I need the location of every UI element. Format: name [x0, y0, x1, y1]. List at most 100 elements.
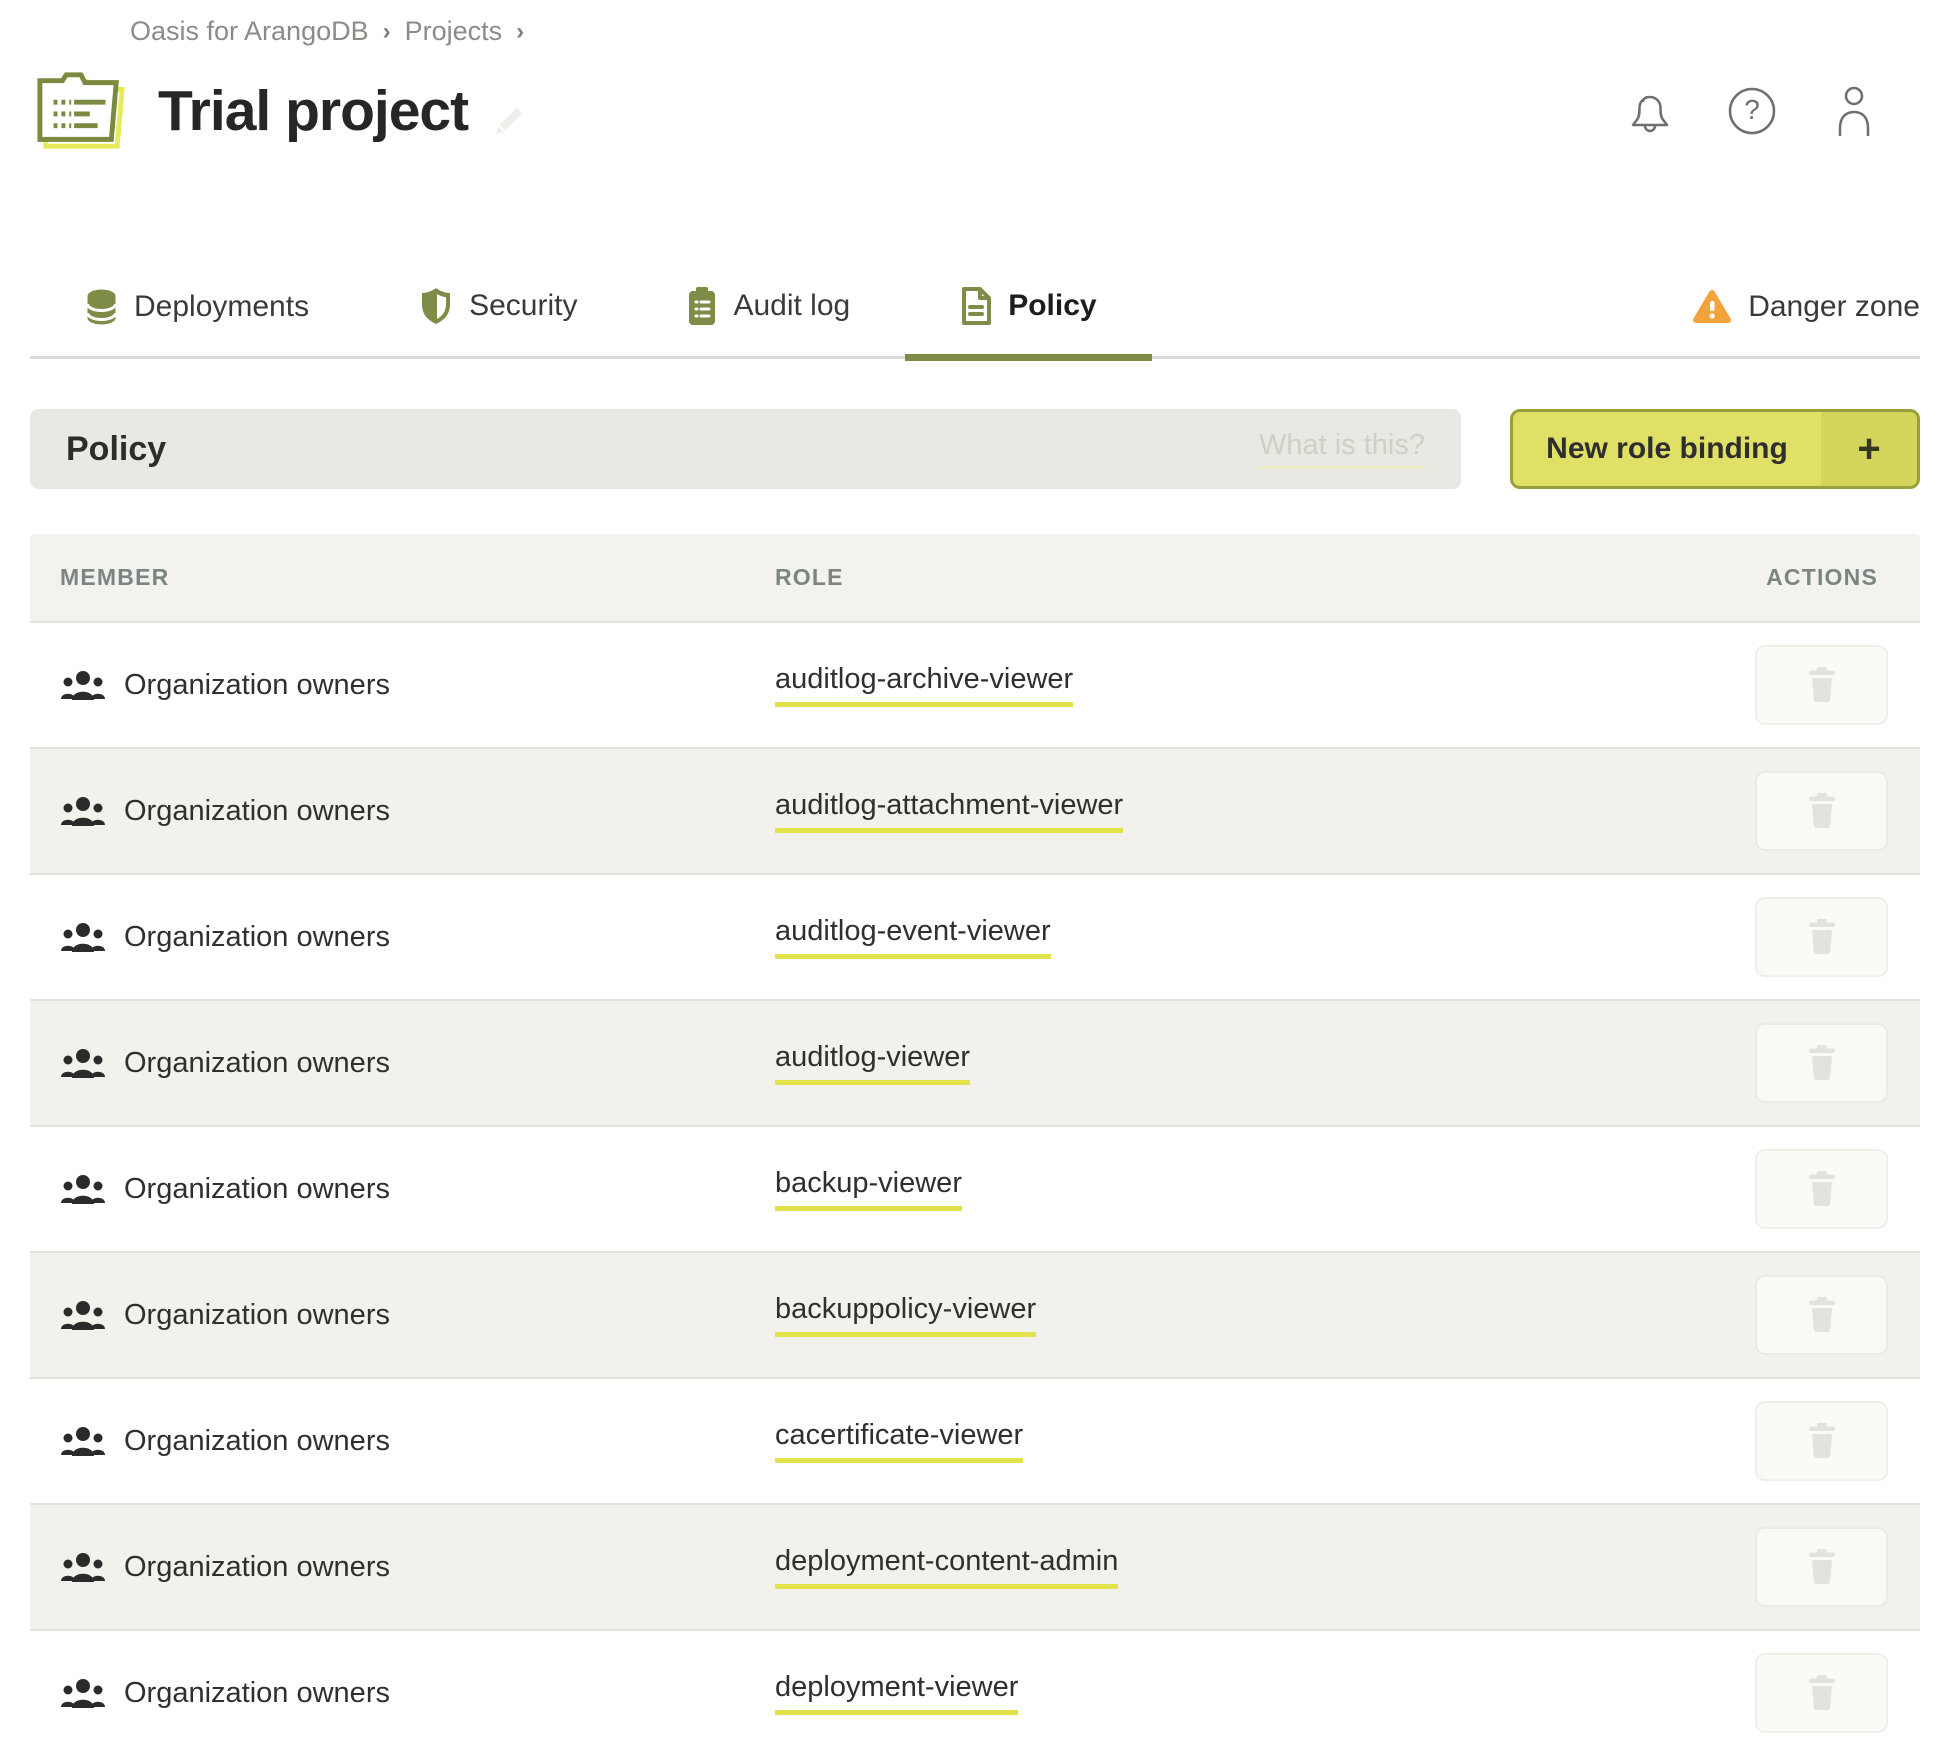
- pencil-icon[interactable]: [488, 102, 528, 142]
- shield-icon: [419, 286, 453, 326]
- actions-cell: [1720, 897, 1920, 977]
- table-row: Organization owners auditlog-archive-vie…: [30, 621, 1920, 747]
- table-row: Organization owners backup-viewer: [30, 1125, 1920, 1251]
- group-icon: [60, 1299, 106, 1331]
- actions-cell: [1720, 1653, 1920, 1733]
- tab-security[interactable]: Security: [364, 286, 632, 356]
- breadcrumb-item-projects[interactable]: Projects: [405, 16, 503, 47]
- role-cell: cacertificate-viewer: [775, 1419, 1720, 1463]
- document-icon: [960, 286, 992, 326]
- actions-cell: [1720, 1275, 1920, 1355]
- delete-role-binding-button[interactable]: [1755, 1149, 1888, 1229]
- member-cell: Organization owners: [30, 795, 775, 828]
- role-cell: auditlog-event-viewer: [775, 915, 1720, 959]
- role-link[interactable]: auditlog-event-viewer: [775, 915, 1051, 959]
- member-name: Organization owners: [124, 1047, 390, 1080]
- actions-cell: [1720, 1023, 1920, 1103]
- trash-icon: [1807, 667, 1837, 703]
- column-header-member: MEMBER: [30, 564, 775, 591]
- delete-role-binding-button[interactable]: [1755, 1527, 1888, 1607]
- tab-label: Audit log: [733, 289, 850, 323]
- policy-table-header: MEMBER ROLE ACTIONS: [30, 534, 1920, 621]
- actions-cell: [1720, 771, 1920, 851]
- policy-heading: Policy: [66, 430, 166, 469]
- role-link[interactable]: backuppolicy-viewer: [775, 1293, 1036, 1337]
- role-link[interactable]: auditlog-attachment-viewer: [775, 789, 1123, 833]
- tab-deployments[interactable]: Deployments: [30, 288, 364, 356]
- role-link[interactable]: deployment-content-admin: [775, 1545, 1118, 1589]
- delete-role-binding-button[interactable]: [1755, 1653, 1888, 1733]
- policy-toolbar: Policy What is this? New role binding +: [30, 409, 1920, 489]
- tab-label: Security: [469, 289, 577, 323]
- person-icon[interactable]: [1828, 85, 1880, 137]
- table-row: Organization owners auditlog-attachment-…: [30, 747, 1920, 873]
- trash-icon: [1807, 1549, 1837, 1585]
- breadcrumb-separator: ›: [516, 18, 524, 46]
- folder-icon: [30, 65, 132, 157]
- role-link[interactable]: deployment-viewer: [775, 1671, 1018, 1715]
- svg-text:?: ?: [1744, 94, 1760, 125]
- new-role-binding-button[interactable]: New role binding +: [1510, 409, 1920, 489]
- member-name: Organization owners: [124, 1173, 390, 1206]
- trash-icon: [1807, 1045, 1837, 1081]
- page: Oasis for ArangoDB › Projects › Trial pr…: [0, 0, 1950, 1750]
- group-icon: [60, 795, 106, 827]
- member-cell: Organization owners: [30, 1677, 775, 1710]
- delete-role-binding-button[interactable]: [1755, 1275, 1888, 1355]
- breadcrumb-item-oasis[interactable]: Oasis for ArangoDB: [130, 16, 369, 47]
- breadcrumb: Oasis for ArangoDB › Projects ›: [0, 0, 1950, 47]
- role-link[interactable]: auditlog-archive-viewer: [775, 663, 1073, 707]
- role-link[interactable]: backup-viewer: [775, 1167, 962, 1211]
- member-cell: Organization owners: [30, 1551, 775, 1584]
- actions-cell: [1720, 1527, 1920, 1607]
- danger-zone-label: Danger zone: [1748, 290, 1920, 324]
- trash-icon: [1807, 793, 1837, 829]
- delete-role-binding-button[interactable]: [1755, 1401, 1888, 1481]
- table-row: Organization owners deployment-viewer: [30, 1629, 1920, 1750]
- member-cell: Organization owners: [30, 1047, 775, 1080]
- actions-cell: [1720, 1401, 1920, 1481]
- delete-role-binding-button[interactable]: [1755, 1023, 1888, 1103]
- policy-table: MEMBER ROLE ACTIONS Organization owners …: [30, 534, 1920, 1750]
- role-link[interactable]: cacertificate-viewer: [775, 1419, 1023, 1463]
- table-row: Organization owners cacertificate-viewer: [30, 1377, 1920, 1503]
- bell-icon[interactable]: [1624, 85, 1676, 137]
- role-link[interactable]: auditlog-viewer: [775, 1041, 970, 1085]
- role-cell: backup-viewer: [775, 1167, 1720, 1211]
- member-cell: Organization owners: [30, 1299, 775, 1332]
- table-row: Organization owners auditlog-viewer: [30, 999, 1920, 1125]
- member-cell: Organization owners: [30, 1425, 775, 1458]
- database-stack-icon: [85, 288, 118, 326]
- member-name: Organization owners: [124, 1677, 390, 1710]
- tab-bar: Deployments Security Audit log: [30, 219, 1920, 359]
- tab-label: Policy: [1008, 289, 1096, 323]
- topbar-icons: ?: [1624, 85, 1880, 137]
- group-icon: [60, 669, 106, 701]
- member-cell: Organization owners: [30, 921, 775, 954]
- member-cell: Organization owners: [30, 669, 775, 702]
- delete-role-binding-button[interactable]: [1755, 645, 1888, 725]
- column-header-role: ROLE: [775, 564, 1720, 591]
- tab-audit-log[interactable]: Audit log: [632, 286, 905, 356]
- table-row: Organization owners backuppolicy-viewer: [30, 1251, 1920, 1377]
- group-icon: [60, 1047, 106, 1079]
- question-circle-icon[interactable]: ?: [1726, 85, 1778, 137]
- tab-danger-zone[interactable]: Danger zone: [1692, 288, 1920, 356]
- what-is-this-link[interactable]: What is this?: [1259, 429, 1425, 469]
- plus-icon: +: [1821, 412, 1917, 486]
- trash-icon: [1807, 1675, 1837, 1711]
- new-role-binding-label: New role binding: [1513, 412, 1821, 486]
- member-name: Organization owners: [124, 669, 390, 702]
- trash-icon: [1807, 1297, 1837, 1333]
- table-row: Organization owners auditlog-event-viewe…: [30, 873, 1920, 999]
- trash-icon: [1807, 919, 1837, 955]
- delete-role-binding-button[interactable]: [1755, 771, 1888, 851]
- tab-label: Deployments: [134, 290, 309, 324]
- breadcrumb-separator: ›: [383, 18, 391, 46]
- warning-triangle-icon: [1692, 288, 1732, 326]
- delete-role-binding-button[interactable]: [1755, 897, 1888, 977]
- role-cell: auditlog-viewer: [775, 1041, 1720, 1085]
- member-name: Organization owners: [124, 921, 390, 954]
- column-header-actions: ACTIONS: [1720, 564, 1920, 591]
- tab-policy[interactable]: Policy: [905, 286, 1151, 356]
